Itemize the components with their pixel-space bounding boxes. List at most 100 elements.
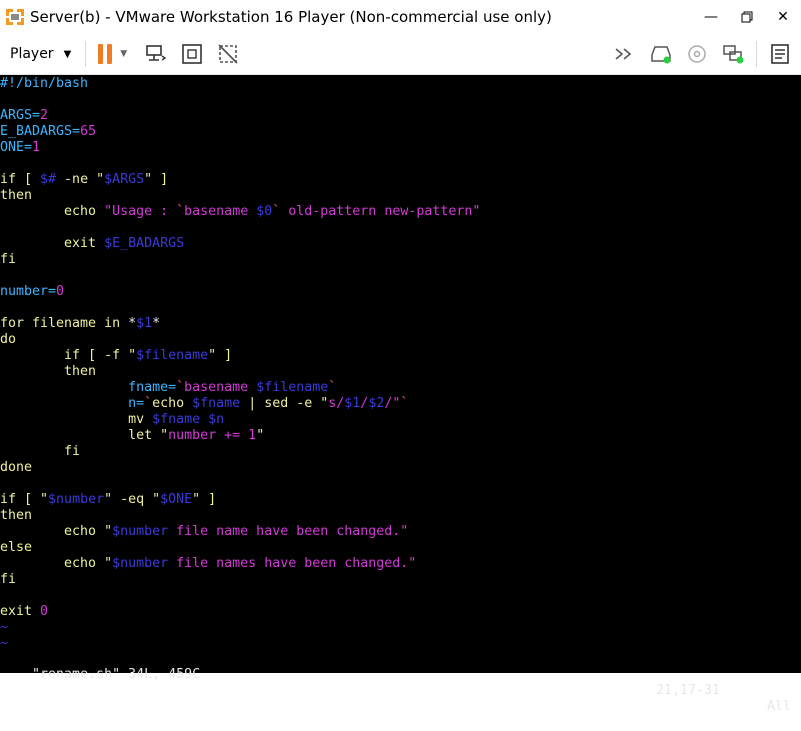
code-token: ` (176, 380, 185, 395)
code-token: then (0, 188, 33, 203)
code-token: if [ (0, 172, 41, 187)
code-token: #!/bin/bash (0, 76, 89, 91)
code-line: echo "$number file names have been chang… (0, 556, 416, 572)
send-ctrl-alt-del-button[interactable] (143, 41, 169, 67)
pause-menu-chevron-icon[interactable]: ▼ (120, 49, 127, 59)
terminal-screen[interactable]: "rename.sh" 34L, 459C 21,17-31 All #!/bi… (0, 75, 801, 714)
code-line: do (0, 332, 16, 348)
code-token: * (152, 316, 161, 331)
status-file-info: "rename.sh" 34L, 459C (32, 667, 201, 682)
code-token: $0 (256, 204, 273, 219)
code-token: file names have been changed." (168, 556, 417, 571)
code-token: 1 (32, 140, 41, 155)
title-bar: Server(b) - VMware Workstation 16 Player… (0, 0, 801, 34)
pause-icon (98, 44, 104, 64)
network-send-icon (146, 45, 167, 61)
code-line: then (0, 364, 96, 380)
code-token: $E_BADARGS (104, 236, 185, 251)
code-token: s/ (328, 396, 345, 411)
code-line: n=`echo $fname | sed -e "s/$1/$2/"` (0, 396, 408, 412)
code-token: $number (112, 524, 169, 539)
code-token: " ] (208, 348, 233, 363)
status-scroll-position: All (767, 699, 792, 714)
hard-disk-button[interactable] (648, 41, 674, 67)
code-line: then (0, 188, 32, 204)
code-token: $1 (136, 316, 153, 331)
code-token: old-pattern new-pattern" (280, 204, 481, 219)
code-line: exit 0 (0, 604, 48, 620)
code-token: $number (112, 556, 169, 571)
cd-icon (688, 45, 706, 63)
vim-status-line: "rename.sh" 34L, 459C 21,17-31 All (0, 651, 801, 714)
code-line: E_BADARGS=65 (0, 124, 96, 140)
code-token: 0 (56, 284, 65, 299)
code-line: fi (0, 572, 16, 588)
code-token: else (0, 540, 33, 555)
code-line: #!/bin/bash (0, 76, 88, 92)
code-token: 2 (40, 108, 49, 123)
code-token: E_BADARGS= (0, 124, 81, 139)
cd-dvd-button[interactable] (684, 41, 710, 67)
code-token: let " (0, 428, 169, 443)
code-token: $ARGS (104, 172, 145, 187)
window-title: Server(b) - VMware Workstation 16 Player… (30, 8, 552, 26)
code-token: fname= (0, 380, 177, 395)
code-token: number= (0, 284, 57, 299)
code-token: /" (384, 396, 401, 411)
code-line: ~ (0, 636, 8, 652)
code-line: if [ -f "$filename" ] (0, 348, 232, 364)
code-line: fi (0, 252, 16, 268)
message-log-button[interactable] (767, 41, 793, 67)
code-line: echo "$number file name have been change… (0, 524, 408, 540)
status-cursor-position: 21,17-31 (656, 683, 721, 698)
toolbar-divider (85, 41, 87, 67)
forward-button[interactable] (612, 41, 638, 67)
code-token: ` (400, 396, 409, 411)
hard-disk-icon (651, 46, 671, 64)
code-token: " -eq " (104, 492, 161, 507)
unity-disabled-icon (218, 44, 238, 64)
code-token: echo (152, 396, 193, 411)
close-button[interactable]: ✕ (765, 0, 801, 34)
code-token: ARGS= (0, 108, 41, 123)
code-token: echo " (0, 556, 113, 571)
code-line: for filename in *$1* (0, 316, 160, 332)
code-token: exit (0, 604, 41, 619)
vmware-logo-icon (4, 6, 26, 28)
chevron-down-icon: ▼ (63, 48, 72, 60)
code-token: fi (0, 572, 17, 587)
minimize-button[interactable]: — (693, 0, 729, 34)
player-menu-button[interactable]: Player ▼ (10, 46, 71, 62)
network-adapter-button[interactable] (720, 41, 746, 67)
code-token: $n (208, 412, 225, 427)
code-token: * (128, 316, 137, 331)
code-token: fi (0, 252, 17, 267)
pause-button[interactable] (98, 44, 113, 64)
code-token: $number (48, 492, 105, 507)
code-token: " (256, 428, 265, 443)
code-token: ` (328, 380, 337, 395)
code-token: basename (184, 204, 257, 219)
code-token: ONE= (0, 140, 33, 155)
code-token: echo " (0, 524, 113, 539)
fit-guest-button[interactable] (179, 41, 205, 67)
code-token: basename (184, 380, 257, 395)
code-token: file name have been changed." (168, 524, 409, 539)
close-icon: ✕ (777, 9, 789, 25)
code-token: mv (0, 412, 153, 427)
code-token: if [ " (0, 492, 49, 507)
code-token: if [ -f " (0, 348, 137, 363)
code-line: done (0, 460, 32, 476)
restore-icon (741, 11, 753, 23)
toolbar: Player ▼ ▼ (0, 34, 801, 75)
code-token: $fname (192, 396, 241, 411)
code-token: $1 (344, 396, 361, 411)
code-token: "Usage : (104, 204, 177, 219)
code-token: " ] (144, 172, 169, 187)
code-line: ~ (0, 620, 8, 636)
restore-button[interactable] (729, 0, 765, 34)
code-token: ` (176, 204, 185, 219)
code-token: $filename (256, 380, 329, 395)
unity-button[interactable] (215, 41, 241, 67)
